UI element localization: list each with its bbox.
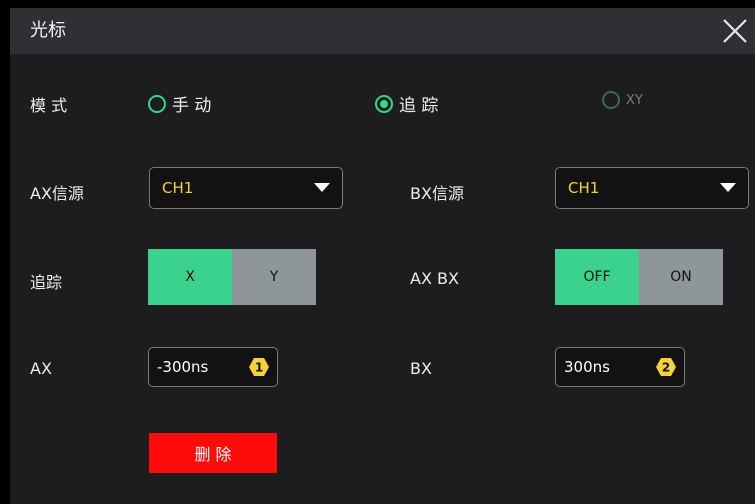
ax-value-input[interactable]: -300ns 1 — [148, 347, 278, 387]
close-icon[interactable] — [721, 17, 749, 45]
mode-xy-label: XY — [626, 92, 643, 108]
dialog-title: 光标 — [30, 20, 66, 41]
cursor-dialog: 光标 模 式 手 动 追 踪 XY AX信源 CH1 BX信源 CH1 追踪 X… — [10, 8, 755, 504]
bx-label: BX — [410, 359, 432, 378]
radio-unchecked-icon — [148, 94, 166, 113]
ax-source-value: CH1 — [162, 179, 194, 197]
bx-value: 300ns — [564, 358, 610, 376]
bx-source-select[interactable]: CH1 — [555, 167, 749, 209]
knob-1-icon: 1 — [249, 358, 269, 376]
track-label: 追踪 — [30, 273, 63, 292]
mode-xy-radio[interactable]: XY — [602, 91, 643, 109]
axbx-toggle: OFF ON — [555, 249, 723, 305]
bx-source-value: CH1 — [568, 179, 600, 197]
track-toggle: X Y — [148, 249, 316, 305]
title-bar: 光标 — [10, 8, 755, 54]
mode-label: 模 式 — [30, 96, 68, 115]
ax-label: AX — [30, 359, 52, 378]
track-y-button[interactable]: Y — [232, 249, 316, 305]
ax-source-select[interactable]: CH1 — [149, 167, 343, 209]
bx-source-label: BX信源 — [410, 184, 464, 203]
mode-track-radio[interactable]: 追 踪 — [375, 91, 438, 116]
mode-track-label: 追 踪 — [399, 96, 439, 116]
svg-text:2: 2 — [662, 361, 670, 375]
track-x-button[interactable]: X — [148, 249, 232, 305]
axbx-label: AX BX — [410, 269, 459, 288]
mode-manual-label: 手 动 — [172, 96, 212, 116]
dropdown-arrow-icon — [314, 183, 330, 192]
radio-checked-icon — [375, 94, 393, 113]
dropdown-arrow-icon — [720, 183, 736, 192]
ax-source-label: AX信源 — [30, 184, 84, 203]
bx-value-input[interactable]: 300ns 2 — [555, 347, 685, 387]
axbx-on-button[interactable]: ON — [639, 249, 723, 305]
ax-value: -300ns — [157, 358, 209, 376]
axbx-off-button[interactable]: OFF — [555, 249, 639, 305]
svg-text:1: 1 — [255, 361, 263, 375]
radio-unchecked-icon — [602, 91, 620, 109]
mode-manual-radio[interactable]: 手 动 — [148, 91, 211, 116]
knob-2-icon: 2 — [656, 358, 676, 376]
delete-button[interactable]: 删 除 — [149, 433, 277, 473]
